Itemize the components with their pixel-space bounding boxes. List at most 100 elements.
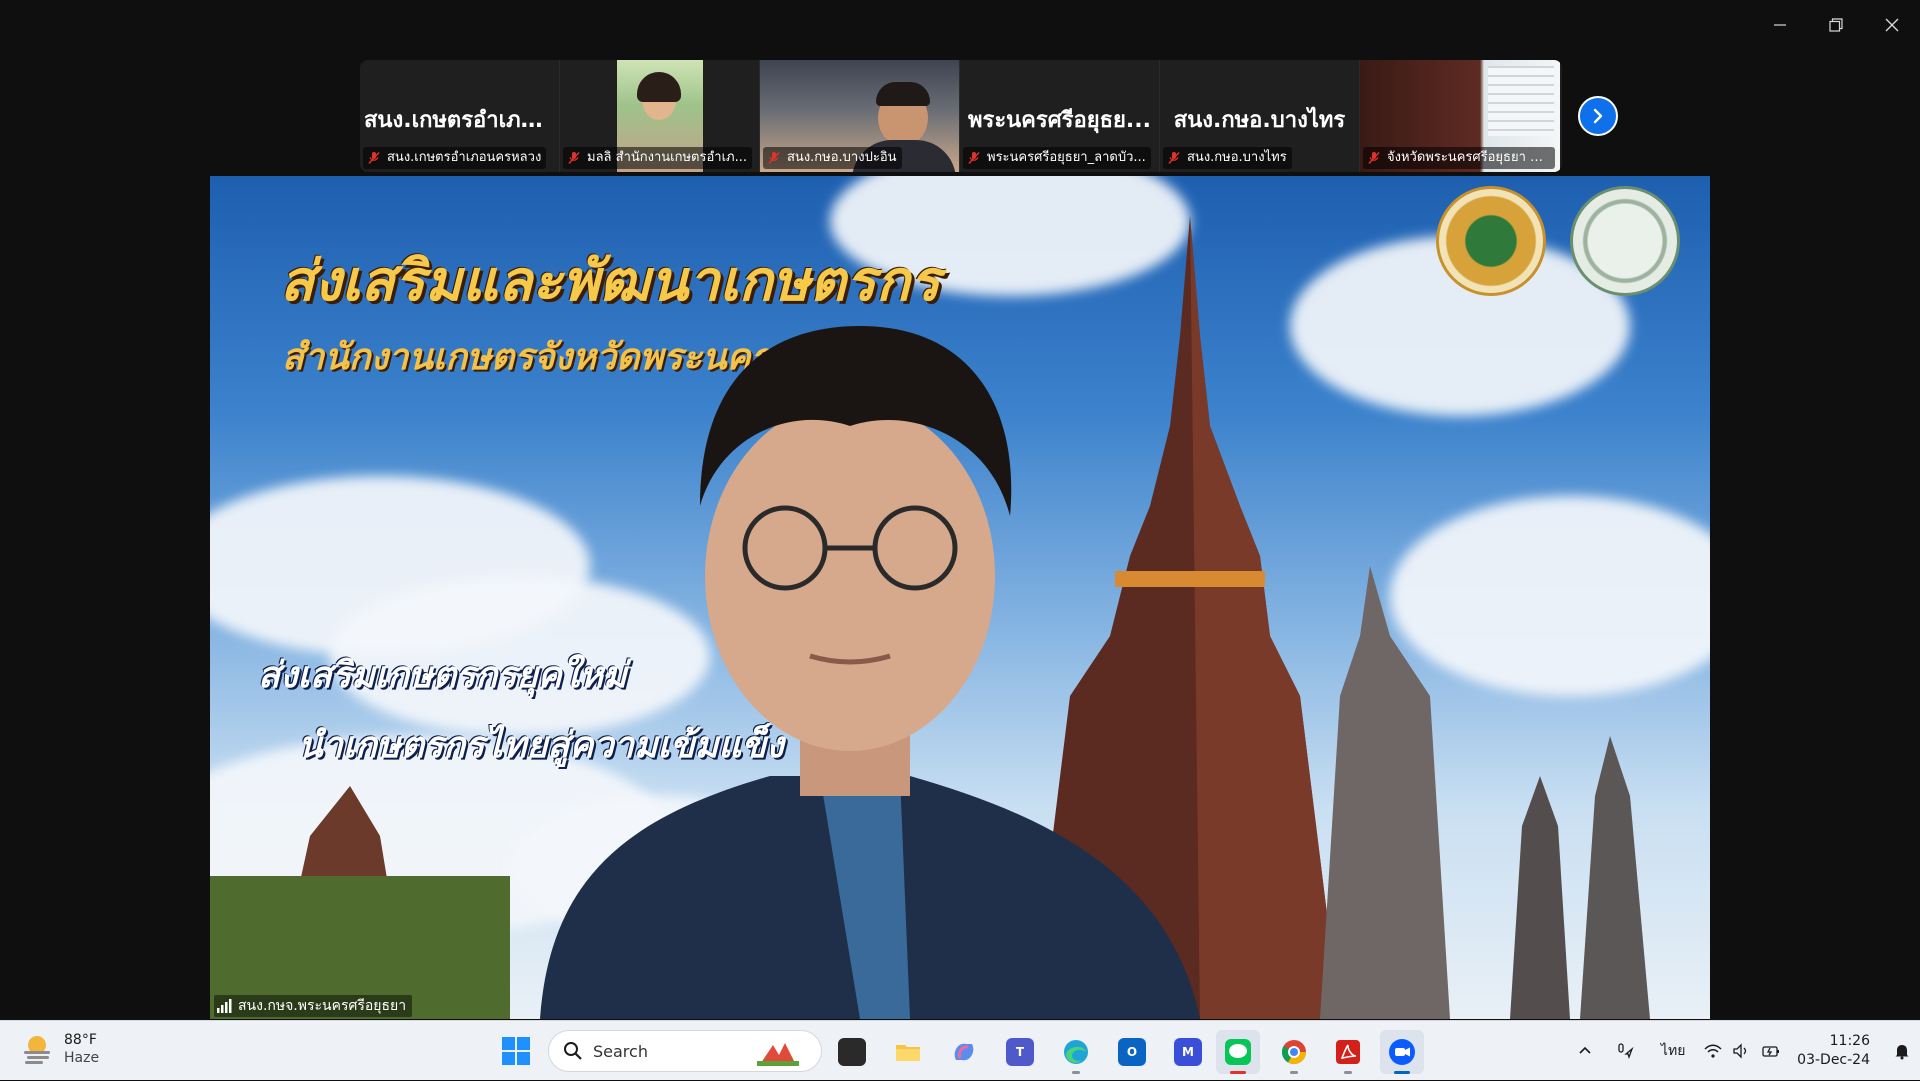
line-icon [1224, 1038, 1252, 1066]
participant-tile[interactable]: สนง.กษอ.บางไทร สนง.กษอ.บางไทร [1160, 60, 1360, 172]
running-indicator [1230, 1071, 1246, 1074]
search-placeholder: Search [593, 1042, 648, 1061]
participant-name: จังหวัดพระนครศรีอยุธยา อ... [1387, 147, 1550, 169]
participant-caption: สนง.กษอ.บางไทร [1163, 147, 1292, 169]
participant-name: สนง.กษอ.บางปะอิน [787, 147, 897, 169]
speaker-caption: สนง.กษจ.พระนครศรีอยุธยา [214, 995, 412, 1017]
copilot-icon [950, 1038, 978, 1066]
task-view-button[interactable] [830, 1030, 874, 1074]
minimize-icon [1772, 17, 1788, 33]
acrobat-icon [1334, 1038, 1362, 1066]
taskbar-app-copilot[interactable] [942, 1030, 986, 1074]
muted-mic-icon [1167, 151, 1181, 165]
participant-tile[interactable]: สนง.เกษตรอำเภอ... สนง.เกษตรอำเภอนครหลวง [360, 60, 560, 172]
taskbar-app-file-explorer[interactable] [886, 1030, 930, 1074]
taskbar-search[interactable]: Search [548, 1030, 822, 1072]
running-indicator [1290, 1071, 1298, 1074]
participant-hair [876, 82, 930, 106]
participant-strip: สนง.เกษตรอำเภอ... สนง.เกษตรอำเภอนครหลวง … [360, 60, 1562, 172]
running-indicator [1344, 1071, 1352, 1074]
system-tray: ไทย 11:26 03-Dec-24 [1567, 1021, 1920, 1081]
search-icon [563, 1041, 583, 1061]
taskbar-app-outlook[interactable]: O [1110, 1030, 1154, 1074]
wifi-button[interactable] [1699, 1021, 1727, 1081]
windows-start-button[interactable] [500, 1035, 532, 1067]
taskbar-app-line[interactable] [1216, 1030, 1260, 1074]
mic-location-indicator[interactable] [1603, 1021, 1647, 1081]
participant-tile[interactable]: สนง.กษอ.บางปะอิน [760, 60, 960, 172]
bell-icon [1893, 1042, 1911, 1060]
participant-caption: มลลิ สำนักงานเกษตรอำเภ... [563, 147, 752, 169]
taskbar-app-teams[interactable]: T [998, 1030, 1042, 1074]
input-language-button[interactable]: ไทย [1647, 1021, 1699, 1081]
participant-caption: สนง.กษอ.บางปะอิน [763, 147, 902, 169]
restore-icon [1828, 17, 1844, 33]
search-highlight-icon [755, 1037, 801, 1067]
clock-date: 03-Dec-24 [1797, 1051, 1870, 1070]
window-controls [1752, 0, 1920, 50]
signal-strength-icon [216, 999, 232, 1013]
taskbar-app-edge[interactable] [1054, 1030, 1098, 1074]
wifi-icon [1704, 1042, 1722, 1060]
participant-display-name: สนง.เกษตรอำเภอ... [360, 102, 559, 137]
active-speaker-video[interactable]: ส่งเสริมและพัฒนาเกษตรกร สำนักงานเกษตรจัง… [210, 176, 1710, 1019]
muted-mic-icon [367, 151, 381, 165]
running-indicator [1072, 1071, 1080, 1074]
edge-icon [1062, 1038, 1090, 1066]
participant-tile[interactable]: มลลิ สำนักงานเกษตรอำเภ... [560, 60, 760, 172]
muted-mic-icon [767, 151, 781, 165]
participant-tile[interactable]: จังหวัดพระนครศรีอยุธยา อ... [1360, 60, 1560, 172]
participant-hair [637, 72, 681, 102]
folder-icon [894, 1038, 922, 1066]
task-view-icon [838, 1038, 866, 1066]
participant-caption: สนง.เกษตรอำเภอนครหลวง [363, 147, 546, 169]
notifications-button[interactable] [1884, 1021, 1920, 1081]
taskbar-app-acrobat[interactable] [1326, 1030, 1370, 1074]
mathtype-icon: M [1174, 1038, 1202, 1066]
taskbar-app-chrome[interactable] [1272, 1030, 1316, 1074]
participant-name: พระนครศรีอยุธยา_ลาดบัว... [987, 147, 1146, 169]
weather-widget[interactable]: 88°F Haze [20, 1031, 99, 1067]
close-icon [1884, 17, 1900, 33]
participant-tile[interactable]: พระนครศรีอยุธย... พระนครศรีอยุธยา_ลาดบัว… [960, 60, 1160, 172]
participant-caption: พระนครศรีอยุธยา_ลาดบัว... [963, 147, 1151, 169]
show-hidden-icons-button[interactable] [1567, 1021, 1603, 1081]
participant-name: สนง.เกษตรอำเภอนครหลวง [387, 147, 541, 169]
participant-caption: จังหวัดพระนครศรีอยุธยา อ... [1363, 147, 1555, 169]
muted-mic-icon [967, 151, 981, 165]
taskbar-app-mathtype[interactable]: M [1166, 1030, 1210, 1074]
volume-button[interactable] [1727, 1021, 1755, 1081]
next-page-button[interactable] [1578, 96, 1618, 136]
muted-mic-icon [1367, 151, 1381, 165]
speaker-icon [1732, 1042, 1750, 1060]
close-button[interactable] [1864, 0, 1920, 50]
chrome-icon [1280, 1038, 1308, 1066]
battery-charging-icon [1762, 1042, 1780, 1060]
weather-temperature: 88°F [64, 1031, 99, 1049]
speaker-name: สนง.กษจ.พระนครศรีอยุธยา [238, 995, 406, 1017]
participant-name: มลลิ สำนักงานเกษตรอำเภ... [587, 147, 747, 169]
presenter [210, 176, 1710, 1019]
minimize-button[interactable] [1752, 0, 1808, 50]
chevron-right-icon [1589, 107, 1607, 125]
zoom-icon [1388, 1038, 1416, 1066]
restore-button[interactable] [1808, 0, 1864, 50]
clock-button[interactable]: 11:26 03-Dec-24 [1787, 1032, 1884, 1070]
presenter-face [705, 401, 995, 751]
taskbar: 88°F Haze Search T O M [0, 1020, 1920, 1080]
participant-display-name: พระนครศรีอยุธย... [960, 102, 1159, 137]
teams-icon: T [1006, 1038, 1034, 1066]
participant-name: สนง.กษอ.บางไทร [1187, 147, 1287, 169]
clock-time: 11:26 [1797, 1032, 1870, 1051]
battery-button[interactable] [1755, 1021, 1787, 1081]
muted-mic-icon [567, 151, 581, 165]
microphone-icon [1616, 1042, 1634, 1060]
participant-display-name: สนง.กษอ.บางไทร [1160, 102, 1359, 137]
taskbar-app-zoom[interactable] [1380, 1030, 1424, 1074]
weather-condition: Haze [64, 1049, 99, 1067]
chevron-up-icon [1576, 1042, 1594, 1060]
shared-slide-table [1488, 66, 1554, 136]
outlook-icon: O [1118, 1038, 1146, 1066]
running-indicator [1394, 1071, 1410, 1074]
haze-weather-icon [20, 1032, 54, 1066]
